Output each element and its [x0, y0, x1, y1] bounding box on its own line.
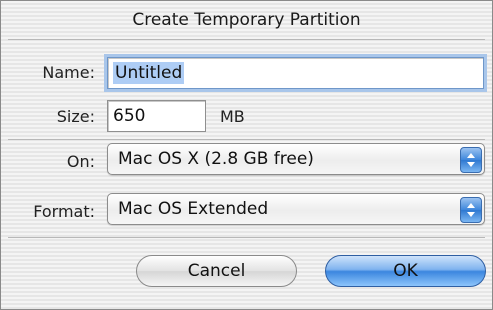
format-popup[interactable]: Mac OS Extended	[107, 193, 485, 225]
name-label: Name:	[42, 63, 95, 82]
section-separator	[8, 139, 485, 140]
popup-arrows-icon	[460, 147, 482, 173]
size-field[interactable]: 650	[107, 100, 206, 132]
create-temporary-partition-dialog: Create Temporary Partition Name: Untitle…	[0, 0, 493, 310]
dialog-title: Create Temporary Partition	[132, 10, 361, 30]
size-label: Size:	[56, 107, 95, 126]
size-unit: MB	[220, 107, 245, 126]
cancel-button[interactable]: Cancel	[136, 255, 297, 287]
on-volume-value: Mac OS X (2.8 GB free)	[118, 149, 314, 169]
name-field[interactable]: Untitled	[107, 57, 484, 89]
title-separator	[8, 39, 485, 40]
format-value: Mac OS Extended	[118, 199, 269, 219]
ok-button[interactable]: OK	[325, 255, 486, 287]
format-label: Format:	[33, 202, 95, 221]
popup-arrows-icon	[460, 197, 482, 223]
buttons-separator	[8, 237, 485, 238]
on-volume-popup[interactable]: Mac OS X (2.8 GB free)	[107, 143, 485, 175]
on-label: On:	[66, 152, 95, 171]
name-value: Untitled	[113, 62, 185, 84]
